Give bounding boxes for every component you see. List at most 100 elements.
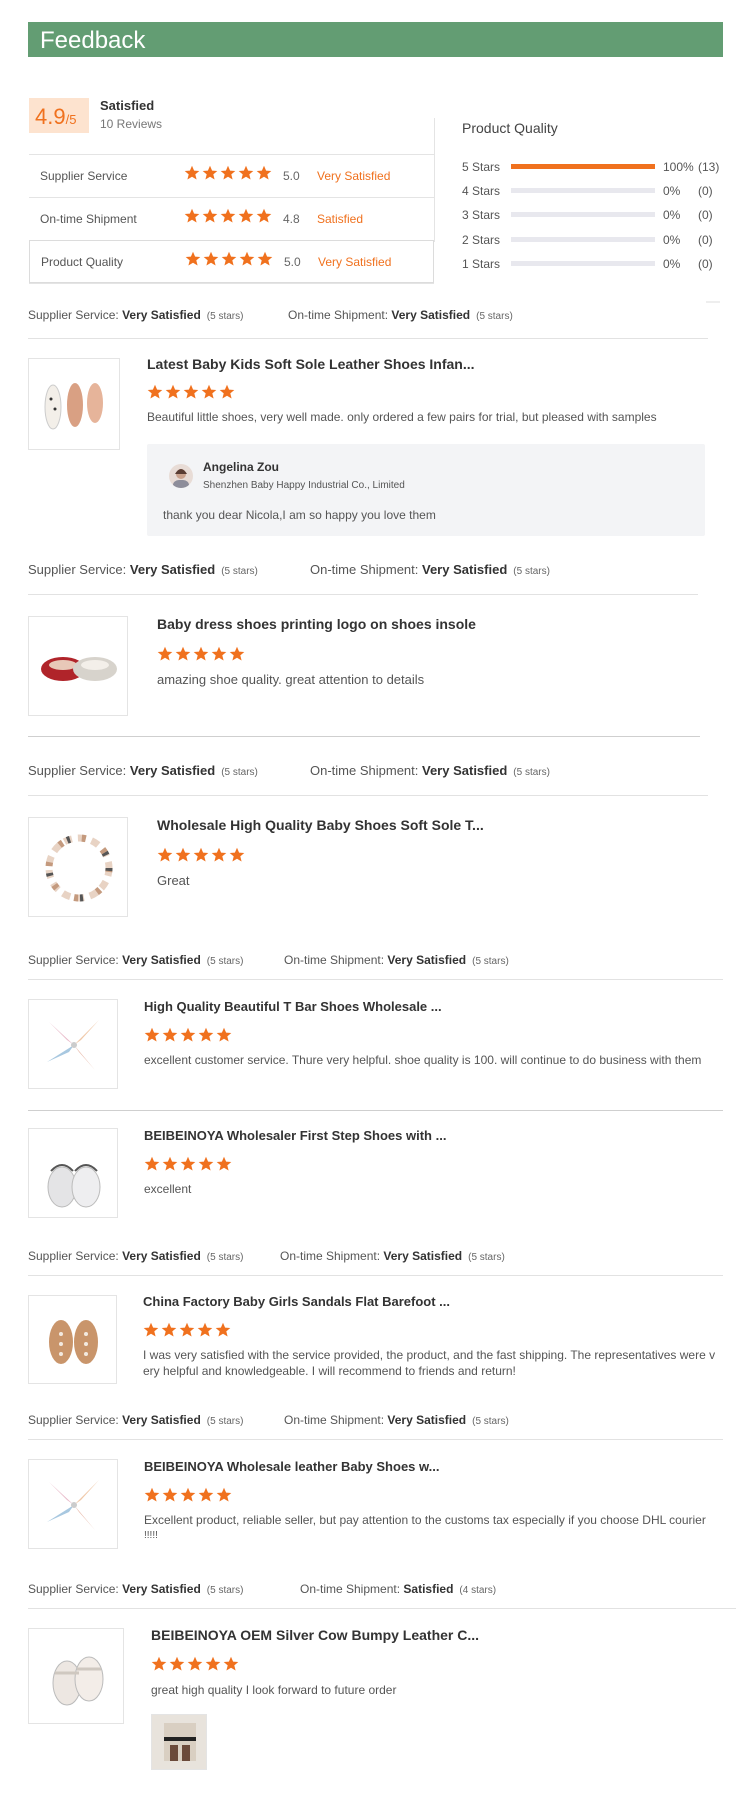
star-icon (220, 208, 236, 223)
star-icon (239, 251, 255, 266)
star-icon (157, 847, 173, 862)
product-thumbnail[interactable] (28, 999, 118, 1089)
star-icon (162, 1487, 178, 1502)
bar-count: (0) (698, 233, 713, 247)
star-icon (144, 1487, 160, 1502)
divider (28, 1110, 723, 1111)
product-thumbnail[interactable] (28, 817, 128, 917)
shipment-stars: (5 stars) (513, 566, 550, 577)
star-icon (161, 1322, 177, 1337)
bar-label: 5 Stars (462, 160, 501, 174)
product-title-link[interactable]: BEIBEINOYA OEM Silver Cow Bumpy Leather … (151, 1627, 479, 1643)
product-thumbnail[interactable] (28, 1295, 117, 1384)
star-icon (203, 251, 219, 266)
reply-text: thank you dear Nicola,I am so happy you … (163, 508, 436, 522)
rating-row-product-quality[interactable]: Product Quality 5.0 Very Satisfied (29, 240, 434, 283)
product-title-link[interactable]: Latest Baby Kids Soft Sole Leather Shoes… (147, 356, 475, 372)
star-icon (147, 384, 163, 399)
supplier-rating: Very Satisfied (122, 1582, 201, 1596)
star-icon (229, 847, 245, 862)
star-icon (175, 847, 191, 862)
star-icon (184, 208, 200, 223)
supplier-stars: (5 stars) (206, 311, 244, 322)
shipment-stars: (4 stars) (459, 1585, 497, 1596)
star-icon (187, 1656, 203, 1671)
review-text: Beautiful little shoes, very well made. … (147, 410, 657, 424)
product-thumbnail[interactable] (28, 1128, 118, 1218)
review-text-line: !!!!! (144, 1530, 158, 1541)
star-icon (201, 384, 217, 399)
shipment-stars: (5 stars) (476, 311, 513, 322)
bar-label: 4 Stars (462, 184, 501, 198)
review-meta: Supplier Service: Very Satisfied (5 stars… (28, 953, 708, 969)
review-star-rating (144, 1156, 232, 1172)
rating-row-supplier-service: Supplier Service 5.0 Very Satisfied (29, 154, 434, 197)
star-icon (183, 384, 199, 399)
star-icon (151, 1656, 167, 1671)
product-thumbnail[interactable] (28, 1459, 118, 1549)
product-thumbnail[interactable] (28, 616, 128, 716)
shipment-rating: Very Satisfied (422, 763, 508, 778)
review-photo[interactable] (151, 1714, 207, 1770)
star-icon (221, 251, 237, 266)
star-icon (162, 1027, 178, 1042)
divider (28, 736, 700, 737)
star-icon (229, 646, 245, 661)
product-title-link[interactable]: BEIBEINOYA Wholesaler First Step Shoes w… (144, 1128, 446, 1143)
star-distribution-row: 4 Stars 0% (0) (462, 183, 732, 199)
review-meta: Supplier Service: Very Satisfied (5 stars… (28, 308, 708, 324)
divider (28, 338, 708, 339)
product-title-link[interactable]: China Factory Baby Girls Sandals Flat Ba… (143, 1294, 450, 1309)
supplier-rating: Very Satisfied (122, 308, 201, 322)
review-text: Great (157, 873, 190, 888)
bar-percent: 0% (663, 233, 681, 247)
divider (29, 283, 434, 284)
bar-fill (511, 164, 655, 169)
star-icon (197, 1322, 213, 1337)
star-icon (180, 1027, 196, 1042)
reviews-count: 10 Reviews (100, 117, 163, 131)
review-text: amazing shoe quality. great attention to… (157, 672, 425, 687)
star-icon (211, 646, 227, 661)
bar-track (511, 188, 655, 193)
star-icon (198, 1027, 214, 1042)
product-title-link[interactable]: Wholesale High Quality Baby Shoes Soft S… (157, 817, 484, 833)
shipment-stars: (5 stars) (472, 956, 509, 967)
rating-value: 5.0 (283, 169, 300, 183)
star-distribution-row: 5 Stars 100% (13) (462, 159, 732, 175)
product-quality-title: Product Quality (462, 120, 558, 136)
product-thumbnail[interactable] (28, 358, 120, 450)
product-title-link[interactable]: BEIBEINOYA Wholesale leather Baby Shoes … (144, 1459, 439, 1474)
bar-percent: 0% (663, 208, 681, 222)
review-star-rating (144, 1487, 232, 1503)
review-meta: Supplier Service: Very Satisfied (5 stars… (28, 1249, 708, 1265)
product-title-link[interactable]: Baby dress shoes printing logo on shoes … (157, 616, 476, 632)
rating-text: Satisfied (317, 212, 364, 226)
bar-track (511, 212, 655, 217)
review-star-rating (157, 646, 245, 662)
shipment-rating: Satisfied (403, 1582, 454, 1596)
star-icon (220, 165, 236, 180)
product-title-link[interactable]: High Quality Beautiful T Bar Shoes Whole… (144, 999, 442, 1014)
star-icon (256, 208, 272, 223)
meta-label: Supplier Service: (28, 1582, 119, 1596)
divider (434, 118, 435, 242)
star-icon (216, 1487, 232, 1502)
star-distribution-row: 2 Stars 0% (0) (462, 232, 732, 248)
shipment-stars: (5 stars) (468, 1252, 505, 1263)
product-thumbnail[interactable] (28, 1628, 124, 1724)
bar-percent: 100% (663, 160, 694, 174)
bar-label: 2 Stars (462, 233, 501, 247)
review-star-rating (144, 1027, 232, 1043)
divider (28, 594, 698, 595)
meta-label: Supplier Service: (28, 1249, 119, 1263)
shipment-rating: Very Satisfied (387, 1413, 467, 1427)
divider (28, 1275, 723, 1276)
star-icon (184, 165, 200, 180)
overall-score-badge: 4.9/5 (29, 98, 89, 133)
star-icon (193, 646, 209, 661)
star-icon (144, 1156, 160, 1171)
review-meta: Supplier Service: Very Satisfied (5 stars… (28, 763, 708, 779)
meta-label: Supplier Service: (28, 562, 127, 577)
rating-text: Very Satisfied (317, 169, 391, 183)
